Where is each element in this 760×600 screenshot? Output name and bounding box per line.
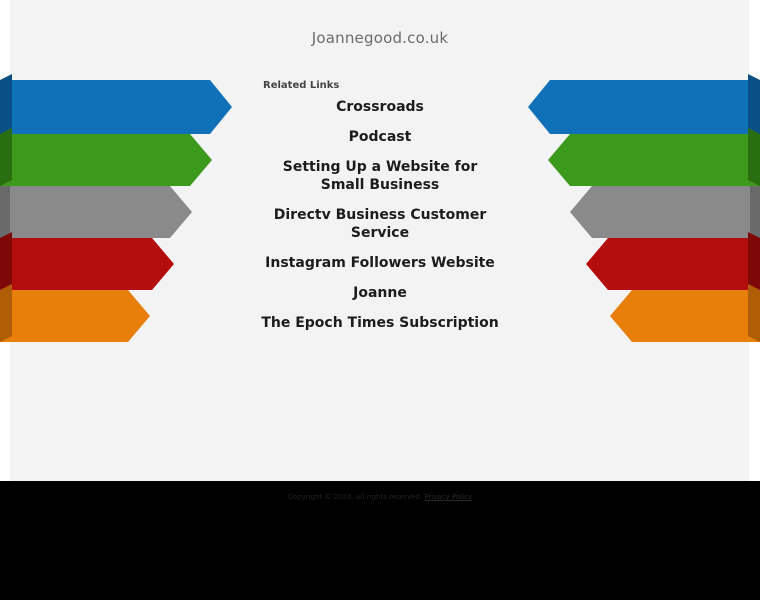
left-arrows-graphic [0,74,232,342]
related-link-directv-business[interactable]: Directv Business Customer Service [260,206,500,242]
related-link-crossroads[interactable]: Crossroads [260,98,500,116]
page: Joannegood.co.uk Related Links Crossroad… [0,0,760,600]
right-arrows-graphic [528,74,760,342]
right-arrow-green [548,128,760,186]
related-link-podcast[interactable]: Podcast [260,128,500,146]
related-link-epoch-times[interactable]: The Epoch Times Subscription [260,314,500,332]
right-arrow-red [586,232,760,290]
related-link-joanne[interactable]: Joanne [260,284,500,302]
right-arrow-gray [570,186,760,238]
related-links-list: Crossroads Podcast Setting Up a Website … [260,98,500,344]
domain-title: Joannegood.co.uk [311,29,449,47]
left-arrow-blue [0,74,232,134]
related-link-instagram-followers[interactable]: Instagram Followers Website [260,254,500,272]
right-arrow-blue [528,74,760,134]
footer: Copyright © 2024. All rights reserved. P… [0,481,760,600]
related-link-setting-up-website[interactable]: Setting Up a Website for Small Business [260,158,500,194]
footer-copyright: Copyright © 2024. All rights reserved. [287,493,423,501]
related-links-heading: Related Links [263,80,340,91]
left-arrow-gray [0,186,192,238]
footer-text-row: Copyright © 2024. All rights reserved. P… [0,493,760,501]
left-arrow-green [0,128,212,186]
left-arrow-orange [0,284,150,342]
footer-privacy-link[interactable]: Privacy Policy [424,493,472,501]
right-arrow-orange [610,284,760,342]
left-arrow-red [0,232,174,290]
